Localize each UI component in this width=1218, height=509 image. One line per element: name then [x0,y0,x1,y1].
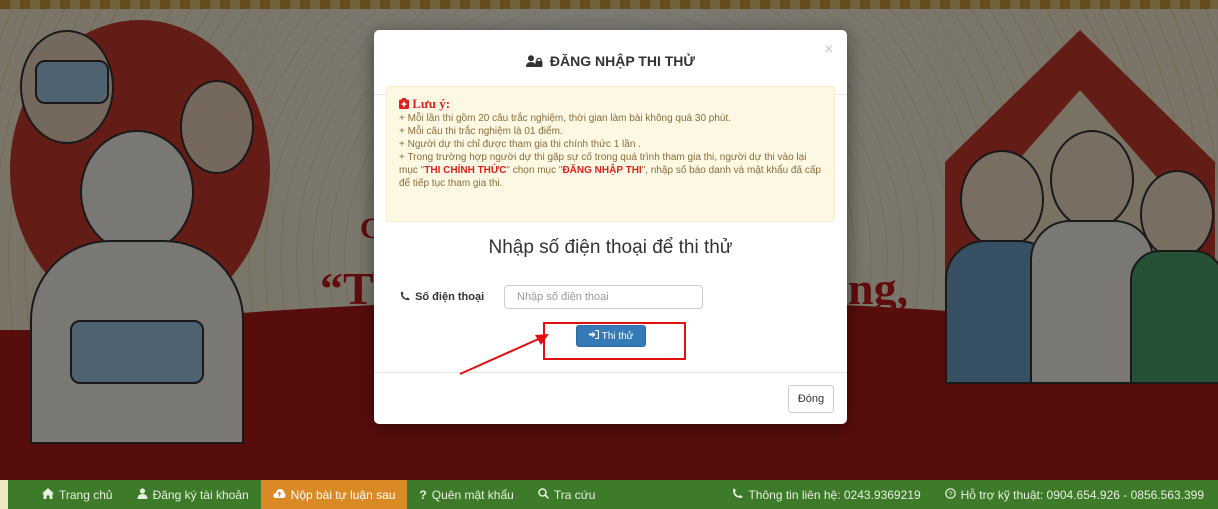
notice-heading: Lưu ý: [399,97,822,111]
nav-item-label: Đăng ký tài khoản [152,487,249,502]
form-title: Nhập số điện thoại để thi thử [488,237,733,258]
question-icon: ? [419,487,427,502]
nav-item-home[interactable]: Trang chủ [8,480,125,509]
svg-text:?: ? [948,489,952,498]
notice-line: + Người dự thi chỉ được tham gia thi chí… [399,139,641,150]
annotation-arrow-icon [459,334,549,375]
user-icon [137,487,148,502]
notice-line: + Mỗi lần thi gồm 20 câu trắc nghiệm, th… [399,113,732,124]
modal-footer-divider [374,372,847,373]
phone-icon [400,291,410,304]
nav-item-label: Trang chủ [59,487,113,502]
notice-box: Lưu ý: + Mỗi lần thi gồm 20 câu trắc ngh… [386,86,835,222]
home-icon [42,487,54,502]
nav-item-label: Tra cứu [553,487,596,502]
notice-highlight: THI CHÍNH THỨC [424,165,507,176]
bottom-navbar: Trang chủ Đăng ký tài khoản Nộp bài tự l… [8,480,1218,509]
phone-label: Số điện thoại [400,291,484,304]
contact-text: Thông tin liên hệ: 0243.9369219 [748,487,921,502]
login-trial-modal: ĐĂNG NHẬP THI THỬ × Lưu ý: + Mỗi lần thi… [374,30,847,424]
nav-item-forgot-password[interactable]: ? Quên mật khẩu [407,480,525,509]
notice-line: + Trong trường hợp người dự thi gặp sự c… [399,151,822,190]
notice-heading-text: Lưu ý: [412,96,451,111]
search-icon [538,487,549,502]
modal-title-text: ĐĂNG NHẬP THI THỬ [549,53,696,69]
nav-item-label: Quên mật khẩu [431,487,514,502]
phone-input[interactable] [504,285,703,309]
notice-highlight: ĐĂNG NHẬP THI [562,165,642,176]
nav-item-lookup[interactable]: Tra cứu [526,480,608,509]
close-button[interactable]: Đóng [788,385,834,413]
phone-icon [732,488,743,502]
support-info: ? Hỗ trợ kỹ thuật: 0904.654.926 - 0856.5… [933,480,1218,509]
phone-label-text: Số điện thoại [415,291,485,303]
support-text: Hỗ trợ kỹ thuật: 0904.654.926 - 0856.563… [960,487,1204,502]
nav-item-register[interactable]: Đăng ký tài khoản [125,480,261,509]
notice-line: + Mỗi câu thi trắc nghiệm là 01 điểm. [399,126,563,137]
first-aid-icon [399,98,409,111]
users-icon [525,55,543,71]
notice-text: " chọn mục " [506,165,563,176]
close-icon[interactable]: × [824,41,833,59]
annotation-highlight-box [543,322,686,360]
modal-title: ĐĂNG NHẬP THI THỬ [374,53,847,71]
help-circle-icon: ? [944,487,956,502]
nav-item-submit-essay[interactable]: Nộp bài tự luận sau [260,480,408,509]
contact-info: Thông tin liên hệ: 0243.9369219 [720,480,932,509]
upload-icon [273,488,286,502]
nav-item-label: Nộp bài tự luận sau [290,487,396,502]
